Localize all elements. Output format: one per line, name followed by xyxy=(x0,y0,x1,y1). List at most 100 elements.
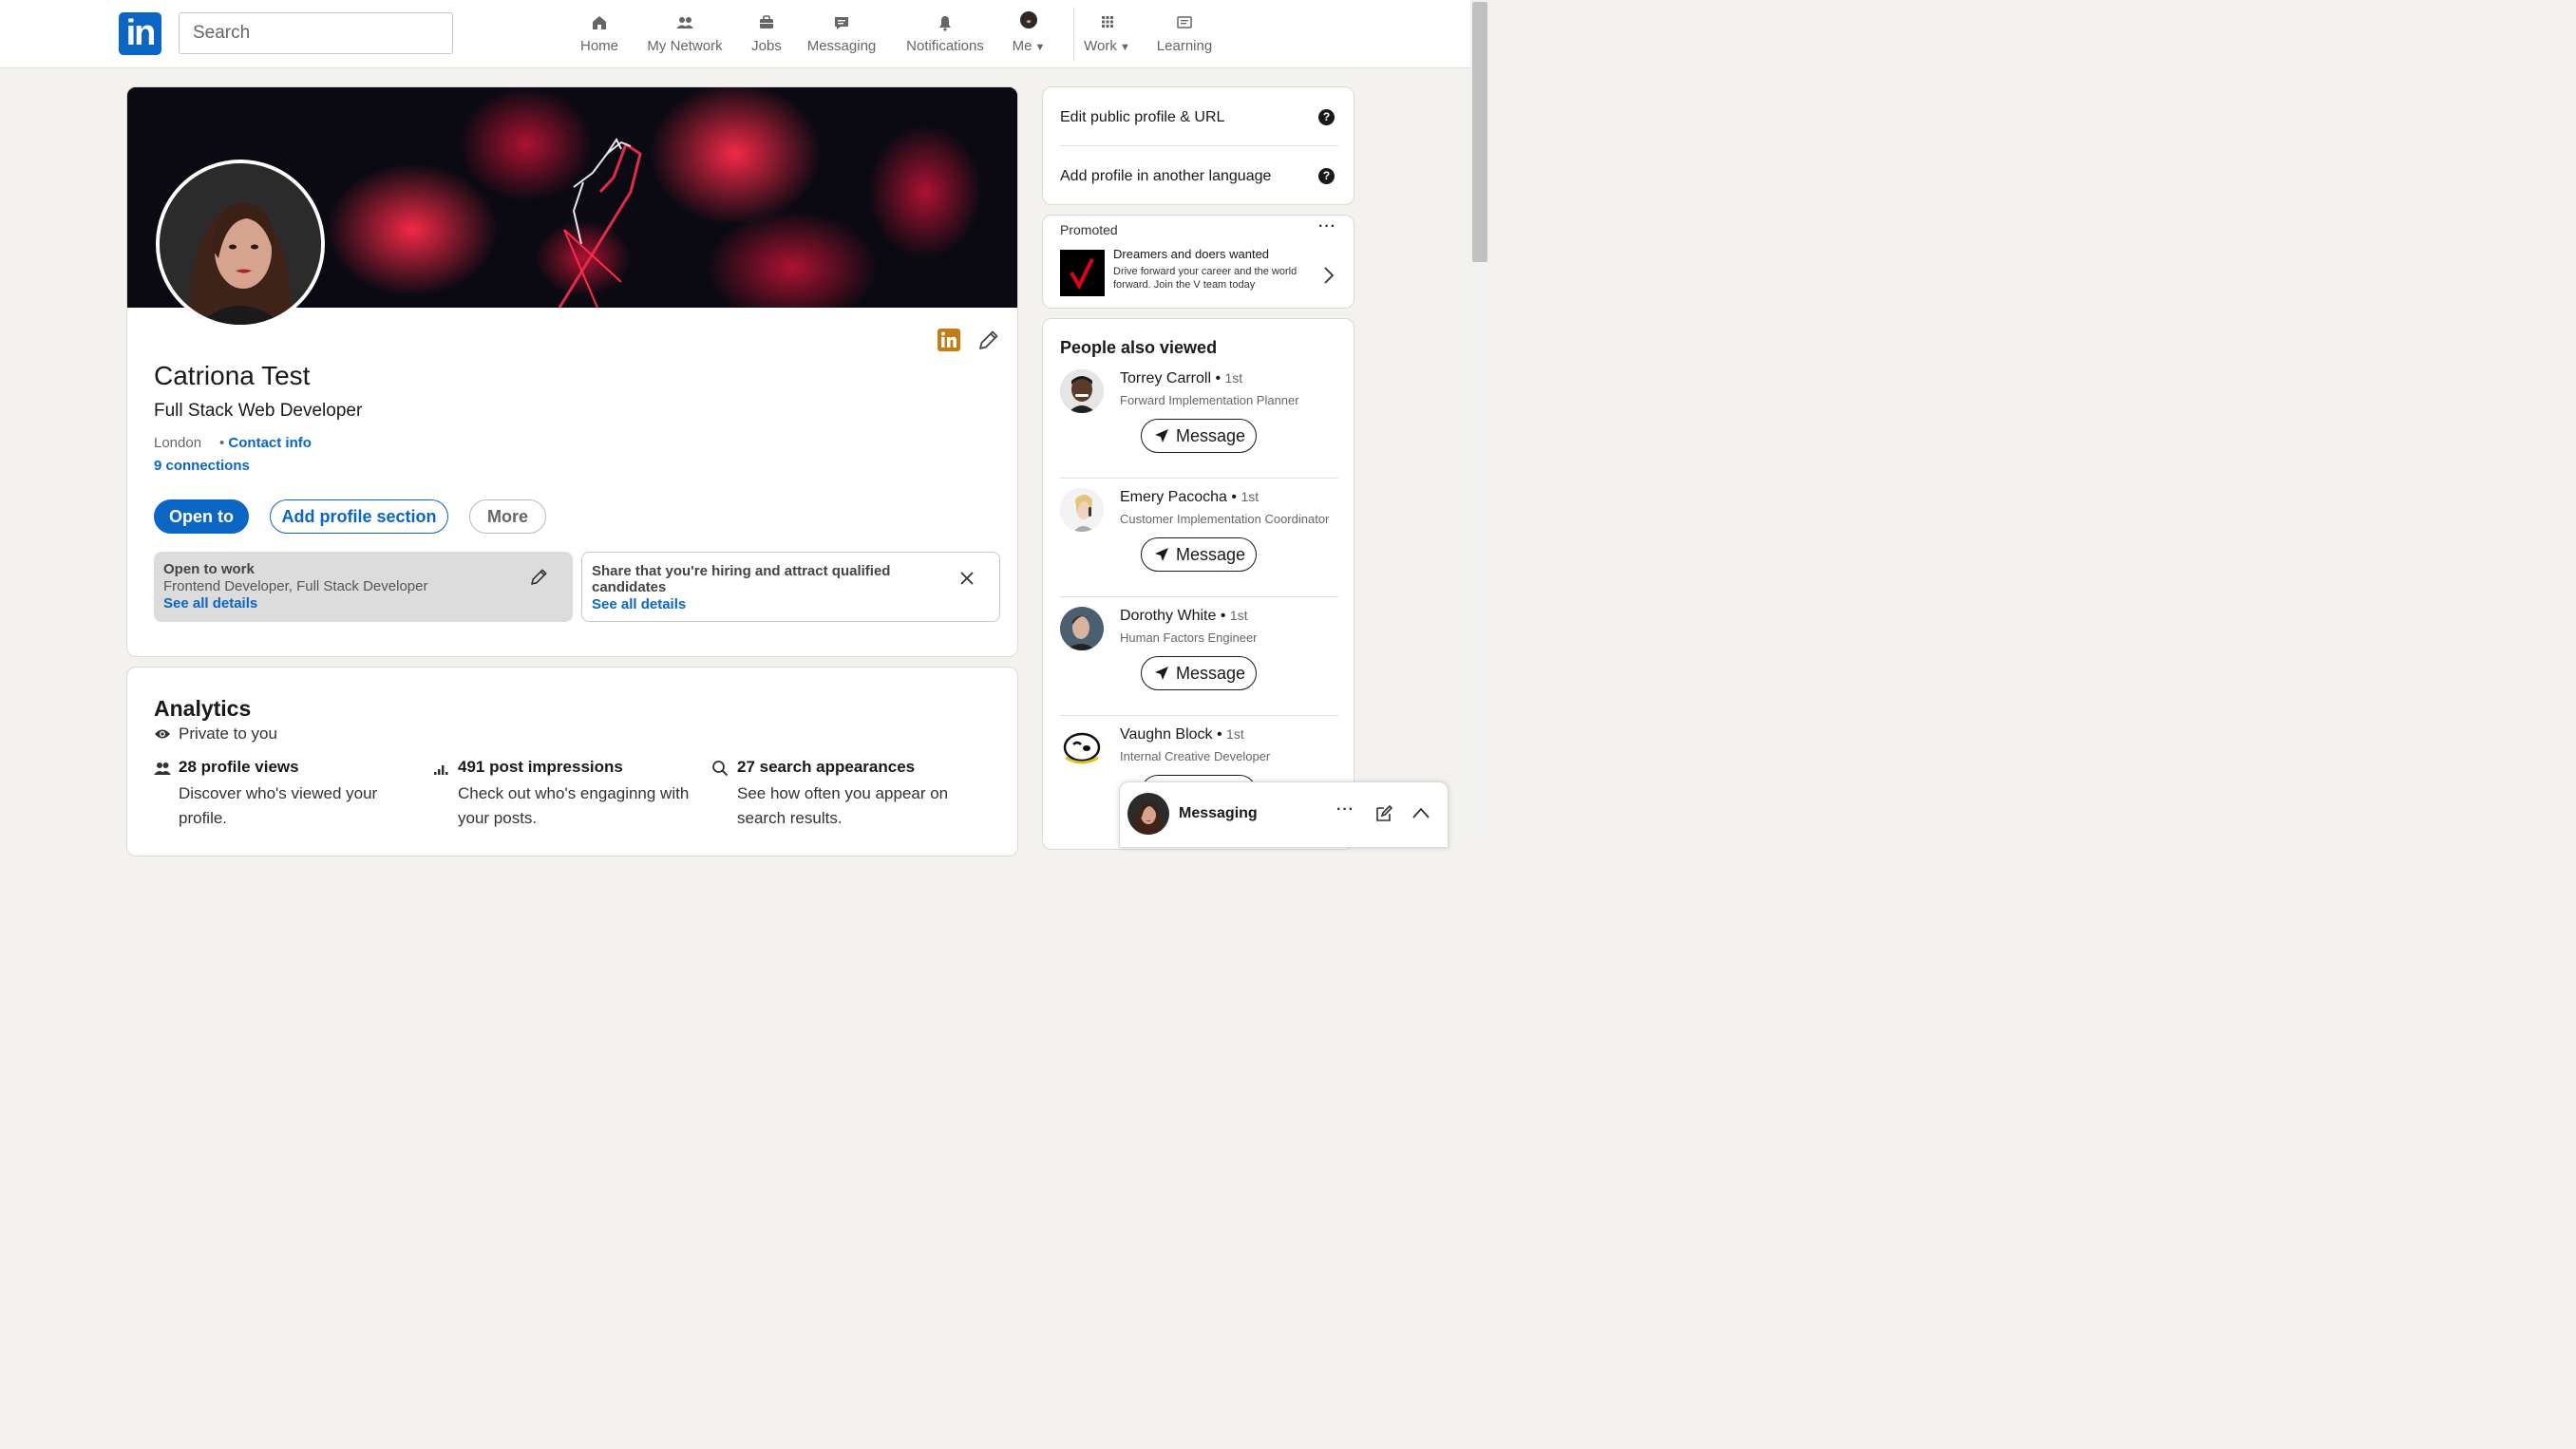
people-also-viewed-title: People also viewed xyxy=(1060,338,1218,357)
profile-location: London xyxy=(154,435,202,451)
nav-me-label: Me ▼ xyxy=(1012,38,1046,54)
edit-pencil-icon[interactable] xyxy=(529,566,550,587)
person-title: Human Factors Engineer xyxy=(1120,630,1258,645)
person-card: Emery Pacocha • 1st Customer Implementat… xyxy=(1060,488,1338,607)
hiring-card: Share that you're hiring and attract qua… xyxy=(581,552,1000,622)
open-to-work-roles: Frontend Developer, Full Stack Developer xyxy=(163,578,428,594)
person-name[interactable]: Torrey Carroll • 1st xyxy=(1120,370,1242,387)
profile-photo[interactable] xyxy=(156,160,325,329)
stat-search-appearances[interactable]: 27 search appearances xyxy=(737,758,915,777)
open-to-work-see-details[interactable]: See all details xyxy=(163,595,563,612)
messaging-dock[interactable]: Messaging ··· xyxy=(1119,781,1449,848)
grid-icon xyxy=(1101,16,1113,28)
nav-learning-label: Learning xyxy=(1156,38,1213,54)
person-name[interactable]: Vaughn Block • 1st xyxy=(1120,726,1244,743)
linkedin-badge-icon[interactable] xyxy=(938,329,960,351)
nav-work-label: Work ▼ xyxy=(1084,38,1130,54)
compose-icon[interactable] xyxy=(1374,804,1393,823)
eye-icon xyxy=(155,729,170,739)
more-button[interactable]: More xyxy=(469,499,546,534)
open-to-button[interactable]: Open to xyxy=(154,499,249,534)
message-button[interactable]: Message xyxy=(1141,656,1257,690)
divider xyxy=(1060,478,1338,479)
people-icon xyxy=(154,762,171,775)
verizon-logo xyxy=(1060,250,1105,296)
messaging-label: Messaging xyxy=(1179,805,1258,821)
open-to-work-card[interactable]: Open to work Frontend Developer, Full St… xyxy=(154,552,573,622)
nav-work[interactable]: Work ▼ xyxy=(1081,11,1133,59)
edit-pencil-icon[interactable] xyxy=(976,328,1001,352)
edit-public-profile-link[interactable]: Edit public profile & URL ? xyxy=(1060,88,1338,146)
add-profile-language-label: Add profile in another language xyxy=(1060,168,1272,184)
more-options-icon[interactable]: ··· xyxy=(1318,218,1336,235)
profile-photo-image xyxy=(160,163,321,325)
nav-home-label: Home xyxy=(579,38,618,54)
stat-post-impressions[interactable]: 491 post impressions xyxy=(458,758,623,777)
promo-body: Drive forward your career and the world … xyxy=(1113,266,1297,291)
add-profile-section-button[interactable]: Add profile section xyxy=(270,499,448,534)
chevron-down-icon: ▼ xyxy=(1032,42,1046,53)
send-icon xyxy=(1155,667,1168,680)
avatar xyxy=(1127,793,1169,835)
top-navigation-bar: in Search Home My Network Jobs Messaging… xyxy=(0,0,1470,68)
open-to-work-title: Open to work xyxy=(163,561,255,577)
person-avatar[interactable] xyxy=(1060,607,1104,650)
promo-title: Dreamers and doers wanted xyxy=(1113,247,1270,261)
person-avatar[interactable] xyxy=(1060,725,1104,769)
jobs-icon xyxy=(760,15,773,28)
person-name[interactable]: Dorothy White • 1st xyxy=(1120,608,1248,625)
add-profile-language-link[interactable]: Add profile in another language ? xyxy=(1060,147,1338,205)
person-avatar[interactable] xyxy=(1060,369,1104,413)
message-button[interactable]: Message xyxy=(1141,537,1257,572)
nav-jobs-label: Jobs xyxy=(751,38,782,54)
person-title: Internal Creative Developer xyxy=(1120,749,1271,763)
help-icon[interactable]: ? xyxy=(1318,109,1335,125)
hiring-see-details[interactable]: See all details xyxy=(592,596,990,612)
divider xyxy=(1060,596,1338,597)
bar-chart-icon xyxy=(434,765,448,775)
bell-icon xyxy=(939,16,951,31)
close-icon[interactable] xyxy=(959,571,975,586)
linkedin-logo[interactable]: in xyxy=(119,12,161,55)
contact-info-label: Contact info xyxy=(228,435,312,451)
people-also-viewed-card: People also viewed Torrey Carroll • 1st … xyxy=(1042,318,1354,850)
avatar xyxy=(1020,11,1037,28)
hiring-text: Share that you're hiring and attract qua… xyxy=(592,563,891,595)
scrollbar-thumb[interactable] xyxy=(1472,2,1487,262)
nav-me[interactable]: Me ▼ xyxy=(1007,11,1051,59)
nav-divider xyxy=(1073,8,1074,61)
promoted-label: Promoted xyxy=(1060,222,1118,237)
person-avatar[interactable] xyxy=(1060,488,1104,532)
more-options-icon[interactable]: ··· xyxy=(1336,801,1354,819)
nav-my-network[interactable]: My Network xyxy=(642,11,728,59)
send-icon xyxy=(1155,429,1168,442)
person-name[interactable]: Emery Pacocha • 1st xyxy=(1120,489,1259,506)
profile-name: Catriona Test xyxy=(154,361,311,390)
stat-search-appearances-desc: See how often you appear on search resul… xyxy=(737,784,949,827)
stat-profile-views[interactable]: 28 profile views xyxy=(179,758,299,777)
nav-home[interactable]: Home xyxy=(576,11,623,59)
chevron-right-icon[interactable] xyxy=(1323,266,1335,285)
nav-messaging-label: Messaging xyxy=(806,38,877,54)
divider xyxy=(1060,715,1338,716)
edit-public-profile-label: Edit public profile & URL xyxy=(1060,109,1225,125)
chevron-up-icon[interactable] xyxy=(1411,806,1430,819)
home-icon xyxy=(593,16,606,29)
stat-post-impressions-desc: Check out who's engaginng with your post… xyxy=(458,784,690,827)
nav-notifications[interactable]: Notifications xyxy=(900,11,990,59)
search-input[interactable]: Search xyxy=(179,12,453,54)
contact-info-link[interactable]: • Contact info xyxy=(219,435,312,451)
page-scrollbar[interactable] xyxy=(1470,0,1489,837)
message-button[interactable]: Message xyxy=(1141,419,1257,453)
stat-profile-views-desc: Discover who's viewed your profile. xyxy=(179,784,378,827)
help-icon[interactable]: ? xyxy=(1318,168,1335,184)
nav-learning[interactable]: Learning xyxy=(1154,11,1215,59)
analytics-privacy: Private to you xyxy=(179,724,277,743)
connections-link[interactable]: 9 connections xyxy=(154,458,250,474)
nav-jobs[interactable]: Jobs xyxy=(748,11,786,59)
nav-messaging[interactable]: Messaging xyxy=(805,11,879,59)
messaging-icon xyxy=(835,17,848,29)
promoted-card[interactable]: Promoted ··· Dreamers and doers wanted D… xyxy=(1042,215,1354,309)
learning-icon xyxy=(1177,16,1192,28)
profile-headline: Full Stack Web Developer xyxy=(154,401,363,421)
